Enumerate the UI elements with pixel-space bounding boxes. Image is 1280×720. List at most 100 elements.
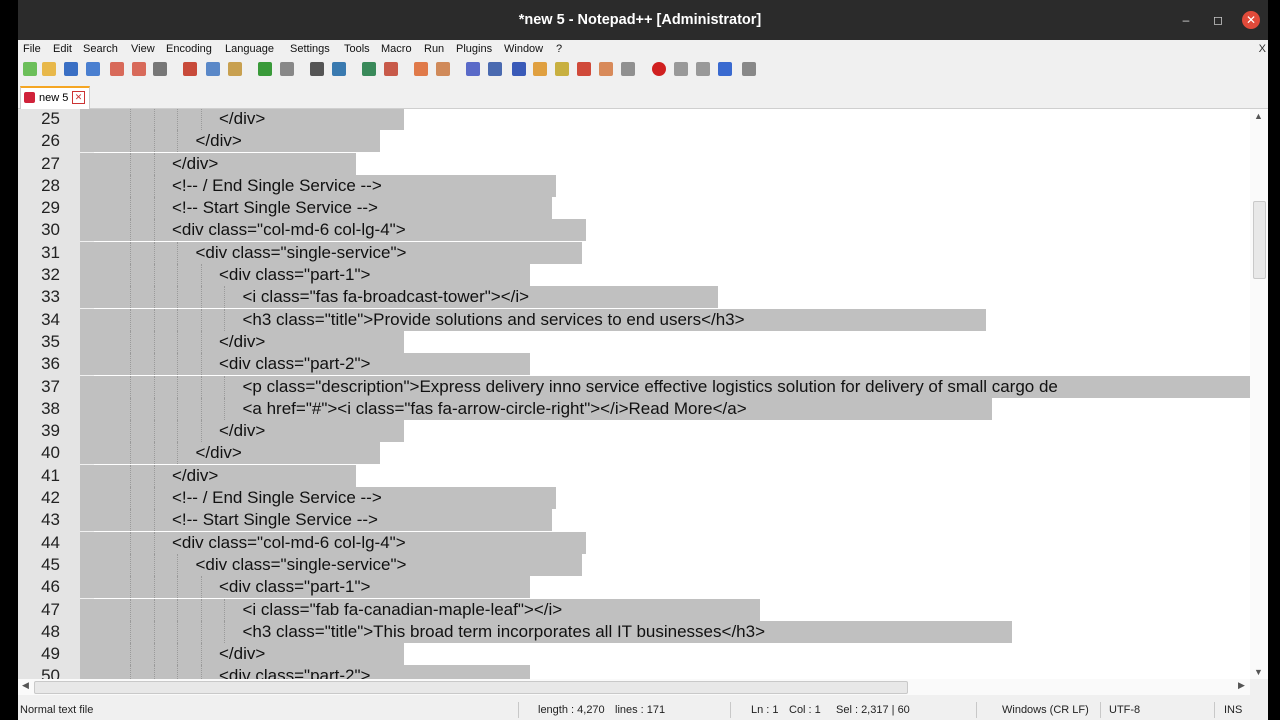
stop-macro-icon[interactable]: [674, 62, 688, 76]
code-line[interactable]: 28 <!-- / End Single Service -->: [18, 174, 1250, 197]
vertical-scroll-thumb[interactable]: [1253, 201, 1266, 279]
maximize-button[interactable]: ◻: [1210, 12, 1226, 28]
redo-icon[interactable]: [280, 62, 294, 76]
save-all-icon[interactable]: [86, 62, 100, 76]
code-line[interactable]: 41 </div>: [18, 464, 1250, 487]
indent-guide: [153, 420, 156, 443]
code-text: <p class="description">Express delivery …: [242, 376, 1058, 396]
word-wrap-icon[interactable]: [466, 62, 480, 76]
menu-encoding[interactable]: Encoding: [166, 43, 212, 55]
indent-guide: [130, 598, 132, 621]
code-line[interactable]: 38 <a href="#"><i class="fas fa-arrow-cir…: [18, 397, 1250, 420]
code-line[interactable]: 40 </div>: [18, 442, 1250, 465]
status-eol[interactable]: Windows (CR LF): [1002, 704, 1089, 716]
code-line[interactable]: 49 </div>: [18, 643, 1250, 666]
menu-close-document[interactable]: X: [1259, 43, 1266, 55]
indent-guide-icon[interactable]: [512, 62, 526, 76]
zoom-in-icon[interactable]: [362, 62, 376, 76]
code-line[interactable]: 35 </div>: [18, 330, 1250, 353]
replace-icon[interactable]: [332, 62, 346, 76]
code-line[interactable]: 46 <div class="part-1">: [18, 576, 1250, 599]
undo-icon[interactable]: [258, 62, 272, 76]
status-encoding[interactable]: UTF-8: [1109, 704, 1140, 716]
menu-plugins[interactable]: Plugins: [456, 43, 492, 55]
define-language-icon[interactable]: [533, 62, 547, 76]
document-map-icon[interactable]: [555, 62, 569, 76]
run-macro-multiple-icon[interactable]: [718, 62, 732, 76]
code-line[interactable]: 30 <div class="col-md-6 col-lg-4">: [18, 219, 1250, 242]
close-file-icon[interactable]: [110, 62, 124, 76]
menu-view[interactable]: View: [131, 43, 155, 55]
menu-edit[interactable]: Edit: [53, 43, 72, 55]
function-list-icon[interactable]: [577, 62, 591, 76]
open-file-icon[interactable]: [42, 62, 56, 76]
menu-macro[interactable]: Macro: [381, 43, 412, 55]
scroll-left-arrow-icon[interactable]: ◀: [22, 680, 29, 691]
indent-guide: [130, 420, 132, 443]
code-line[interactable]: 27 </div>: [18, 152, 1250, 175]
code-line[interactable]: 32 <div class="part-1">: [18, 264, 1250, 287]
code-line[interactable]: 25 </div>: [18, 109, 1250, 130]
close-button[interactable]: ✕: [1242, 11, 1260, 29]
code-text: <div class="col-md-6 col-lg-4">: [172, 220, 406, 240]
minimize-button[interactable]: –: [1178, 12, 1194, 28]
folder-as-workspace-icon[interactable]: [599, 62, 613, 76]
code-line[interactable]: 42 <!-- / End Single Service -->: [18, 487, 1250, 510]
code-line[interactable]: 26 </div>: [18, 130, 1250, 153]
menu-settings[interactable]: Settings: [290, 43, 330, 55]
play-macro-icon[interactable]: [696, 62, 710, 76]
vertical-scrollbar[interactable]: ▲ ▼: [1250, 109, 1268, 679]
scroll-right-arrow-icon[interactable]: ▶: [1238, 680, 1245, 691]
code-line[interactable]: 44 <div class="col-md-6 col-lg-4">: [18, 531, 1250, 554]
indent-guide: [200, 375, 203, 398]
tab-close-icon[interactable]: ✕: [72, 91, 85, 104]
code-line[interactable]: 31 <div class="single-service">: [18, 241, 1250, 264]
menu-file[interactable]: File: [23, 43, 41, 55]
indent-guide: [153, 241, 156, 264]
code-line[interactable]: 33 <i class="fas fa-broadcast-tower"></i>: [18, 286, 1250, 309]
tab-new-5[interactable]: new 5 ✕: [20, 86, 90, 109]
sync-horizontal-icon[interactable]: [436, 62, 450, 76]
menu-help[interactable]: ?: [556, 43, 562, 55]
code-line[interactable]: 37 <p class="description">Express deliver…: [18, 375, 1250, 398]
menu-language[interactable]: Language: [225, 43, 274, 55]
editor-area[interactable]: 25 </div> 26 </div> 27 </div> 28 <!-- / End Sin…: [18, 109, 1250, 679]
menu-window[interactable]: Window: [504, 43, 543, 55]
code-line[interactable]: 34 <h3 class="title">Provide solutions an…: [18, 308, 1250, 331]
scroll-up-arrow-icon[interactable]: ▲: [1254, 111, 1263, 121]
code-line[interactable]: 39 </div>: [18, 420, 1250, 443]
show-all-characters-icon[interactable]: [488, 62, 502, 76]
find-icon[interactable]: [310, 62, 324, 76]
menu-search[interactable]: Search: [83, 43, 118, 55]
cut-icon[interactable]: [183, 62, 197, 76]
code-line[interactable]: 43 <!-- Start Single Service -->: [18, 509, 1250, 532]
line-number: 50: [41, 666, 60, 679]
toolbar: [18, 59, 1268, 81]
save-macro-icon[interactable]: [742, 62, 756, 76]
monitoring-icon[interactable]: [621, 62, 635, 76]
close-all-icon[interactable]: [132, 62, 146, 76]
copy-icon[interactable]: [206, 62, 220, 76]
new-file-icon[interactable]: [23, 62, 37, 76]
code-line[interactable]: 36 <div class="part-2">: [18, 353, 1250, 376]
zoom-out-icon[interactable]: [384, 62, 398, 76]
code-line[interactable]: 50 <div class="part-2">: [18, 665, 1250, 679]
menu-tools[interactable]: Tools: [344, 43, 370, 55]
horizontal-scroll-thumb[interactable]: [34, 681, 908, 694]
status-ln: Ln : 1: [751, 704, 779, 716]
sync-vertical-icon[interactable]: [414, 62, 428, 76]
menu-run[interactable]: Run: [424, 43, 444, 55]
code-line[interactable]: 47 <i class="fab fa-canadian-maple-leaf">…: [18, 598, 1250, 621]
status-insert-mode[interactable]: INS: [1224, 704, 1242, 716]
code-line[interactable]: 48 <h3 class="title">This broad term inco…: [18, 620, 1250, 643]
record-macro-icon[interactable]: [652, 62, 666, 76]
save-icon[interactable]: [64, 62, 78, 76]
indent-guide: [224, 620, 226, 643]
paste-icon[interactable]: [228, 62, 242, 76]
horizontal-scrollbar[interactable]: ◀ ▶: [18, 679, 1250, 695]
code-line[interactable]: 45 <div class="single-service">: [18, 553, 1250, 576]
scroll-down-arrow-icon[interactable]: ▼: [1254, 667, 1263, 677]
print-icon[interactable]: [153, 62, 167, 76]
code-line[interactable]: 29 <!-- Start Single Service -->: [18, 197, 1250, 220]
code-text: </div>: [195, 131, 242, 151]
